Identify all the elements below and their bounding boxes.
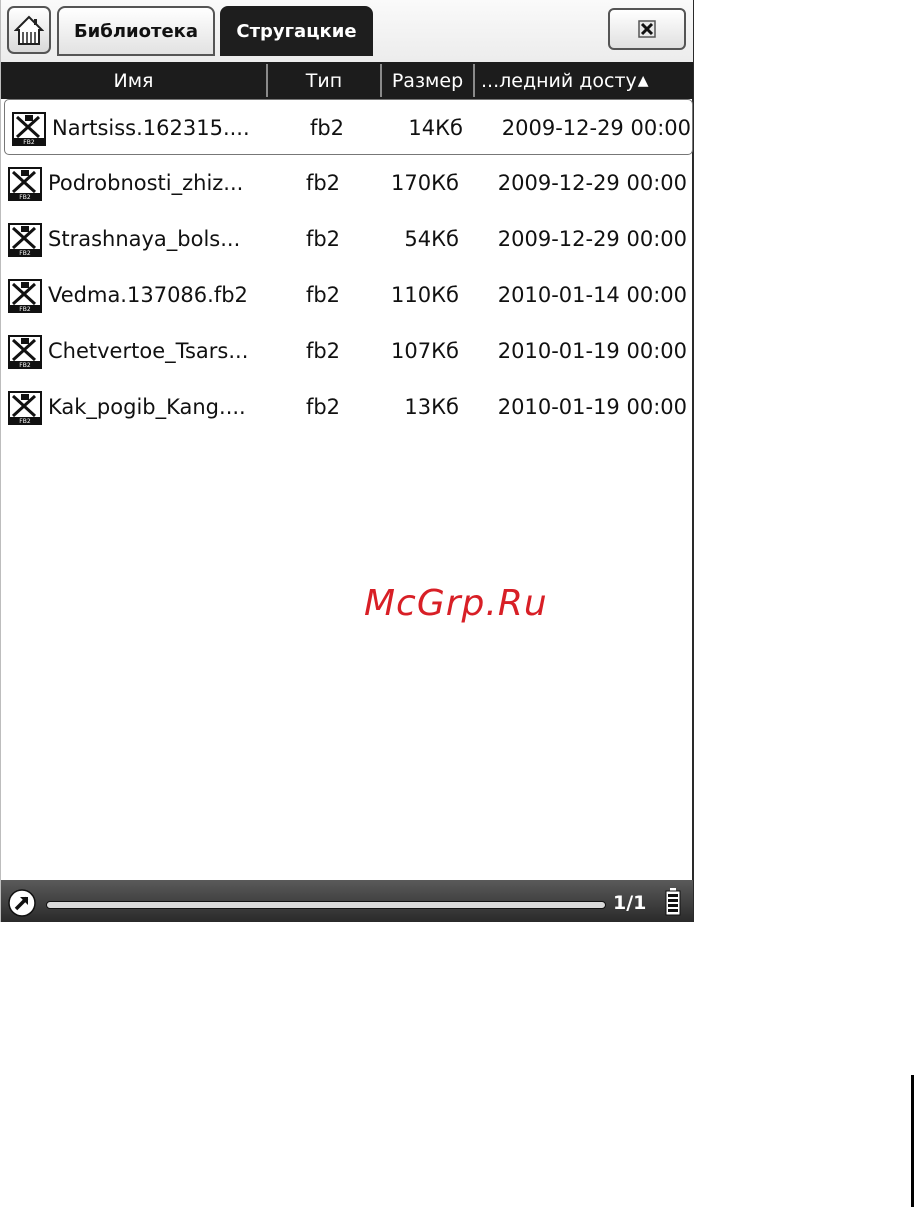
tab-library-label: Библиотека [73,20,199,42]
file-type: fb2 [305,339,341,363]
file-size: 170Кб [391,171,459,195]
close-button[interactable] [608,8,686,50]
file-row[interactable]: FB2 Kak_pogib_Kang.... fb2 13Кб 2010-01-19 0… [1,379,693,435]
file-size: 54Кб [404,227,459,251]
page-counter: 1/1 [613,892,647,914]
status-bar: 1/1 [1,880,693,922]
file-browser-screen: Библиотека Стругацкие Имя Тип Размер ...… [0,0,694,922]
file-type: fb2 [305,227,341,251]
svg-text:FB2: FB2 [19,306,31,313]
svg-text:FB2: FB2 [19,250,31,257]
column-date-header[interactable]: ...ледний досту ▲ [475,62,693,99]
tab-library[interactable]: Библиотека [57,6,215,56]
fb2-file-icon: FB2 [12,112,46,146]
file-size: 107Кб [391,339,459,363]
battery-icon [665,888,681,916]
file-row[interactable]: FB2 Vedma.137086.fb2 fb2 110Кб 2010-01-14 00… [1,267,693,323]
file-date: 2009-12-29 00:00 [501,116,691,140]
file-row[interactable]: FB2 Strashnaya_bols... fb2 54Кб 2009-12-29 0… [1,211,693,267]
column-name-header[interactable]: Имя [1,62,266,99]
watermark: McGrp.Ru [364,583,548,624]
goto-page-icon[interactable] [7,888,37,918]
fb2-file-icon: FB2 [8,167,42,201]
file-date: 2010-01-14 00:00 [497,283,687,307]
svg-text:FB2: FB2 [23,139,35,146]
file-name: Podrobnosti_zhiz... [48,171,244,195]
file-row[interactable]: FB2 Chetvertoe_Tsars... fb2 107Кб 2010-01-19… [1,323,693,379]
column-date-label: ...ледний досту [481,69,637,92]
file-name: Kak_pogib_Kang.... [48,395,246,419]
home-button[interactable] [7,6,51,54]
tab-strugatsky[interactable]: Стругацкие [220,6,373,56]
home-icon [14,15,44,45]
sort-ascending-icon: ▲ [637,72,649,89]
svg-text:FB2: FB2 [19,418,31,425]
file-date: 2010-01-19 00:00 [497,339,687,363]
svg-text:FB2: FB2 [19,194,31,201]
file-date: 2010-01-19 00:00 [497,395,687,419]
svg-text:FB2: FB2 [19,362,31,369]
file-name: Nartsiss.162315.... [52,116,250,140]
column-name-label: Имя [113,69,154,92]
column-type-label: Тип [305,69,343,92]
file-row[interactable]: FB2 Nartsiss.162315.... fb2 14Кб 2009-12-29 … [4,99,693,155]
fb2-file-icon: FB2 [8,391,42,425]
fb2-file-icon: FB2 [8,223,42,257]
file-date: 2009-12-29 00:00 [497,171,687,195]
file-size: 110Кб [391,283,459,307]
close-icon [638,20,656,38]
column-header: Имя Тип Размер ...ледний досту ▲ [1,62,693,99]
file-row[interactable]: FB2 Podrobnosti_zhiz... fb2 170Кб 2009-12-29… [1,155,693,211]
column-size-header[interactable]: Размер [382,62,473,99]
file-date: 2009-12-29 00:00 [497,227,687,251]
fb2-file-icon: FB2 [8,335,42,369]
column-size-label: Размер [391,69,464,92]
file-type: fb2 [305,283,341,307]
column-type-header[interactable]: Тип [268,62,380,99]
fb2-file-icon: FB2 [8,279,42,313]
top-bar: Библиотека Стругацкие [1,0,693,63]
file-size: 14Кб [408,116,463,140]
file-name: Strashnaya_bols... [48,227,241,251]
file-name: Vedma.137086.fb2 [48,283,248,307]
tab-strugatsky-label: Стругацкие [236,20,357,42]
file-name: Chetvertoe_Tsars... [48,339,249,363]
file-type: fb2 [305,171,341,195]
file-type: fb2 [305,395,341,419]
file-size: 13Кб [404,395,459,419]
page-progress-track[interactable] [46,901,606,909]
file-type: fb2 [309,116,345,140]
